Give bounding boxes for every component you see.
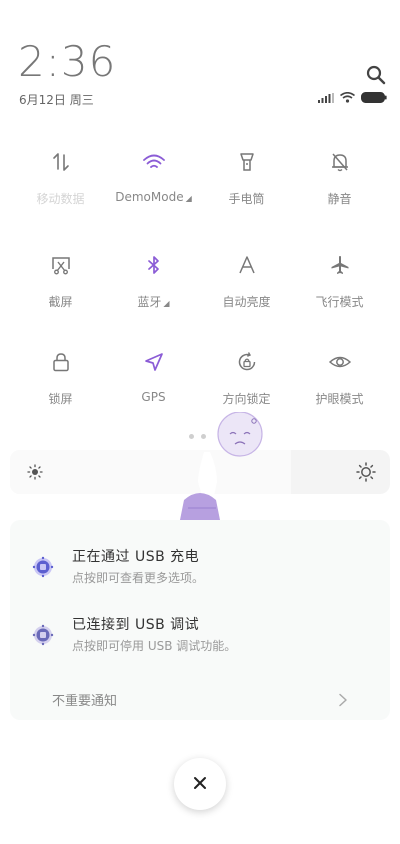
status-icons	[318, 90, 387, 104]
tile-auto-brightness[interactable]: 自动亮度	[200, 253, 293, 323]
data-arrows-icon	[49, 150, 73, 174]
screenshot-icon	[49, 253, 73, 277]
mascot-illustration	[174, 411, 266, 524]
location-arrow-icon	[142, 350, 166, 374]
tile-flashlight[interactable]: 手电筒	[200, 150, 293, 220]
lock-icon	[49, 350, 73, 374]
notification-panel: 正在通过 USB 充电 点按即可查看更多选项。 已连接到 USB 调试 点按即可…	[10, 520, 390, 720]
notification-subtitle: 点按即可停用 USB 调试功能。	[72, 639, 237, 653]
bell-mute-icon	[328, 150, 352, 174]
tile-label: 静音	[327, 192, 352, 206]
airplane-icon	[328, 253, 352, 277]
tile-rotation-lock[interactable]: 方向锁定	[200, 350, 293, 420]
auto-brightness-icon	[235, 253, 259, 277]
unimportant-notifications-link[interactable]: 不重要通知	[52, 690, 117, 709]
android-system-icon	[32, 624, 54, 646]
tile-mute[interactable]: 静音	[293, 150, 386, 220]
bluetooth-icon	[142, 253, 166, 277]
date-text: 6月12日 周三	[19, 93, 94, 107]
tile-mobile-data[interactable]: 移动数据	[14, 150, 107, 220]
wifi-icon	[142, 150, 166, 174]
tile-label: DemoMode	[115, 190, 184, 204]
chevron-right-icon[interactable]	[338, 692, 348, 707]
notification-usb-charging[interactable]: 正在通过 USB 充电 点按即可查看更多选项。	[10, 542, 390, 592]
tile-label: 方向锁定	[222, 392, 271, 406]
tile-wifi[interactable]: DemoMode ◢	[107, 150, 200, 220]
tile-label: 截屏	[48, 295, 73, 309]
expand-triangle-icon: ◢	[163, 299, 170, 308]
tile-label: 护眼模式	[315, 392, 364, 406]
eye-icon	[328, 350, 352, 374]
tile-label: 移动数据	[36, 192, 85, 206]
tile-eye-protection[interactable]: 护眼模式	[293, 350, 386, 420]
clock-time: 2:36	[18, 37, 117, 86]
rotation-lock-icon	[235, 350, 259, 374]
tile-gps[interactable]: GPS	[107, 350, 200, 420]
sun-large-icon	[356, 462, 376, 482]
tile-label: 锁屏	[48, 392, 73, 406]
tile-label: GPS	[141, 390, 166, 404]
signal-icon	[318, 88, 334, 107]
clear-notifications-button[interactable]	[174, 758, 226, 810]
tile-screenshot[interactable]: 截屏	[14, 253, 107, 323]
close-icon	[193, 775, 207, 794]
notification-title: 正在通过 USB 充电	[72, 549, 200, 565]
expand-triangle-icon: ◢	[185, 194, 192, 203]
android-system-icon	[32, 556, 54, 578]
sun-small-icon	[27, 464, 43, 480]
wifi-status-icon	[340, 88, 355, 107]
tile-label: 蓝牙	[137, 295, 162, 309]
tile-airplane-mode[interactable]: 飞行模式	[293, 253, 386, 323]
tile-label: 飞行模式	[315, 295, 364, 309]
notification-subtitle: 点按即可查看更多选项。	[72, 571, 205, 585]
notification-usb-debugging[interactable]: 已连接到 USB 调试 点按即可停用 USB 调试功能。	[10, 610, 390, 660]
battery-icon	[361, 88, 387, 107]
search-icon[interactable]	[365, 64, 387, 86]
tile-label: 手电筒	[228, 192, 265, 206]
tile-lock-screen[interactable]: 锁屏	[14, 350, 107, 420]
flashlight-icon	[235, 150, 259, 174]
tile-bluetooth[interactable]: 蓝牙 ◢	[107, 253, 200, 323]
tile-label: 自动亮度	[222, 295, 271, 309]
notification-title: 已连接到 USB 调试	[72, 617, 200, 633]
